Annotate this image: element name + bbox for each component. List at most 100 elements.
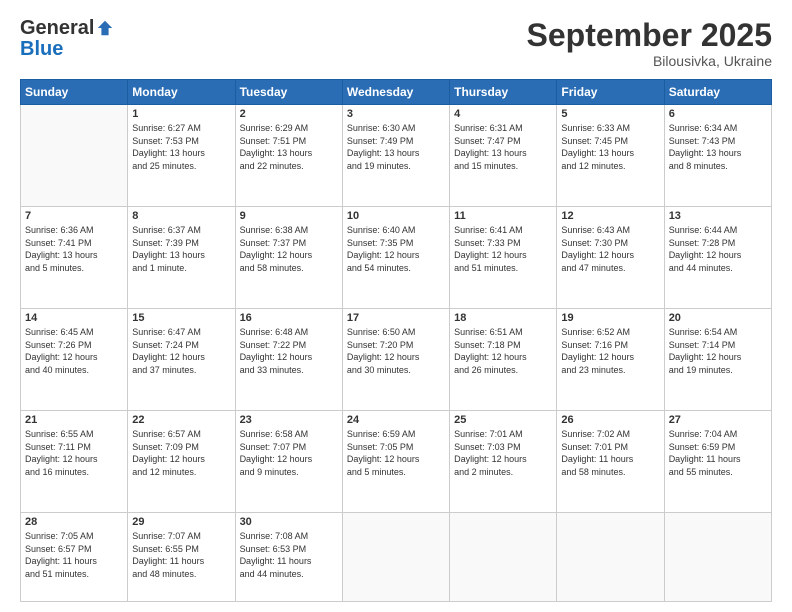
col-sunday: Sunday (21, 80, 128, 105)
table-row: 12 Sunrise: 6:43 AM Sunset: 7:30 PM Dayli… (557, 207, 664, 309)
day-number: 19 (561, 312, 659, 324)
month-title: September 2025 (527, 18, 772, 53)
col-tuesday: Tuesday (235, 80, 342, 105)
day-number: 26 (561, 414, 659, 426)
table-row: 13 Sunrise: 6:44 AM Sunset: 7:28 PM Dayli… (664, 207, 771, 309)
day-number: 27 (669, 414, 767, 426)
week-row-2: 7 Sunrise: 6:36 AM Sunset: 7:41 PM Daylig… (21, 207, 772, 309)
table-row (342, 513, 449, 602)
week-row-5: 28 Sunrise: 7:05 AM Sunset: 6:57 PM Dayli… (21, 513, 772, 602)
day-info: Sunrise: 6:41 AM Sunset: 7:33 PM Dayligh… (454, 224, 552, 274)
calendar-header-row: Sunday Monday Tuesday Wednesday Thursday… (21, 80, 772, 105)
day-number: 7 (25, 210, 123, 222)
day-info: Sunrise: 6:47 AM Sunset: 7:24 PM Dayligh… (132, 326, 230, 376)
day-number: 13 (669, 210, 767, 222)
day-number: 28 (25, 516, 123, 528)
day-number: 1 (132, 108, 230, 120)
table-row: 18 Sunrise: 6:51 AM Sunset: 7:18 PM Dayli… (450, 309, 557, 411)
col-monday: Monday (128, 80, 235, 105)
day-number: 18 (454, 312, 552, 324)
week-row-1: 1 Sunrise: 6:27 AM Sunset: 7:53 PM Daylig… (21, 105, 772, 207)
table-row: 20Sunrise: 6:54 AM Sunset: 7:14 PM Dayli… (664, 309, 771, 411)
table-row: 26 Sunrise: 7:02 AM Sunset: 7:01 PM Dayli… (557, 411, 664, 513)
day-info: Sunrise: 7:07 AM Sunset: 6:55 PM Dayligh… (132, 530, 230, 580)
location: Bilousivka, Ukraine (527, 53, 772, 69)
table-row: 6 Sunrise: 6:34 AM Sunset: 7:43 PM Daylig… (664, 105, 771, 207)
calendar-table: Sunday Monday Tuesday Wednesday Thursday… (20, 79, 772, 602)
day-number: 23 (240, 414, 338, 426)
day-number: 16 (240, 312, 338, 324)
table-row: 3 Sunrise: 6:30 AM Sunset: 7:49 PM Daylig… (342, 105, 449, 207)
logo-blue-text: Blue (20, 38, 63, 60)
day-info: Sunrise: 6:37 AM Sunset: 7:39 PM Dayligh… (132, 224, 230, 274)
table-row (557, 513, 664, 602)
day-info: Sunrise: 6:40 AM Sunset: 7:35 PM Dayligh… (347, 224, 445, 274)
day-info: Sunrise: 6:52 AM Sunset: 7:16 PM Dayligh… (561, 326, 659, 376)
table-row: 15 Sunrise: 6:47 AM Sunset: 7:24 PM Dayli… (128, 309, 235, 411)
day-info: Sunrise: 6:31 AM Sunset: 7:47 PM Dayligh… (454, 122, 552, 172)
day-info: Sunrise: 6:43 AM Sunset: 7:30 PM Dayligh… (561, 224, 659, 274)
day-number: 30 (240, 516, 338, 528)
day-info: Sunrise: 7:02 AM Sunset: 7:01 PM Dayligh… (561, 428, 659, 478)
day-info: Sunrise: 7:08 AM Sunset: 6:53 PM Dayligh… (240, 530, 338, 580)
col-thursday: Thursday (450, 80, 557, 105)
day-number: 25 (454, 414, 552, 426)
table-row: 25 Sunrise: 7:01 AM Sunset: 7:03 PM Dayli… (450, 411, 557, 513)
table-row: 5 Sunrise: 6:33 AM Sunset: 7:45 PM Daylig… (557, 105, 664, 207)
day-number: 11 (454, 210, 552, 222)
day-info: Sunrise: 6:54 AM Sunset: 7:14 PM Dayligh… (669, 326, 767, 376)
table-row: 30 Sunrise: 7:08 AM Sunset: 6:53 PM Dayli… (235, 513, 342, 602)
day-info: Sunrise: 6:51 AM Sunset: 7:18 PM Dayligh… (454, 326, 552, 376)
table-row: 16Sunrise: 6:48 AM Sunset: 7:22 PM Dayli… (235, 309, 342, 411)
table-row: 14Sunrise: 6:45 AM Sunset: 7:26 PM Dayli… (21, 309, 128, 411)
day-number: 29 (132, 516, 230, 528)
logo-icon (96, 19, 114, 37)
col-saturday: Saturday (664, 80, 771, 105)
title-block: September 2025 Bilousivka, Ukraine (527, 18, 772, 69)
logo-general-text: General (20, 18, 94, 38)
day-info: Sunrise: 6:30 AM Sunset: 7:49 PM Dayligh… (347, 122, 445, 172)
day-number: 9 (240, 210, 338, 222)
day-info: Sunrise: 7:05 AM Sunset: 6:57 PM Dayligh… (25, 530, 123, 580)
day-info: Sunrise: 7:04 AM Sunset: 6:59 PM Dayligh… (669, 428, 767, 478)
table-row: 9 Sunrise: 6:38 AM Sunset: 7:37 PM Daylig… (235, 207, 342, 309)
day-info: Sunrise: 6:27 AM Sunset: 7:53 PM Dayligh… (132, 122, 230, 172)
day-number: 5 (561, 108, 659, 120)
table-row: 23Sunrise: 6:58 AM Sunset: 7:07 PM Dayli… (235, 411, 342, 513)
day-number: 6 (669, 108, 767, 120)
day-number: 10 (347, 210, 445, 222)
col-wednesday: Wednesday (342, 80, 449, 105)
day-info: Sunrise: 7:01 AM Sunset: 7:03 PM Dayligh… (454, 428, 552, 478)
table-row: 19 Sunrise: 6:52 AM Sunset: 7:16 PM Dayli… (557, 309, 664, 411)
table-row (664, 513, 771, 602)
day-number: 2 (240, 108, 338, 120)
day-info: Sunrise: 6:38 AM Sunset: 7:37 PM Dayligh… (240, 224, 338, 274)
table-row: 21Sunrise: 6:55 AM Sunset: 7:11 PM Dayli… (21, 411, 128, 513)
week-row-4: 21Sunrise: 6:55 AM Sunset: 7:11 PM Dayli… (21, 411, 772, 513)
day-info: Sunrise: 6:44 AM Sunset: 7:28 PM Dayligh… (669, 224, 767, 274)
table-row: 1 Sunrise: 6:27 AM Sunset: 7:53 PM Daylig… (128, 105, 235, 207)
day-info: Sunrise: 6:57 AM Sunset: 7:09 PM Dayligh… (132, 428, 230, 478)
table-row: 28 Sunrise: 7:05 AM Sunset: 6:57 PM Dayli… (21, 513, 128, 602)
day-number: 14 (25, 312, 123, 324)
table-row: 11 Sunrise: 6:41 AM Sunset: 7:33 PM Dayli… (450, 207, 557, 309)
day-number: 12 (561, 210, 659, 222)
day-number: 21 (25, 414, 123, 426)
day-number: 15 (132, 312, 230, 324)
table-row (450, 513, 557, 602)
day-info: Sunrise: 6:34 AM Sunset: 7:43 PM Dayligh… (669, 122, 767, 172)
page: General Blue September 2025 Bilousivka, … (0, 0, 792, 612)
day-info: Sunrise: 6:33 AM Sunset: 7:45 PM Dayligh… (561, 122, 659, 172)
table-row: 22Sunrise: 6:57 AM Sunset: 7:09 PM Dayli… (128, 411, 235, 513)
table-row: 17Sunrise: 6:50 AM Sunset: 7:20 PM Dayli… (342, 309, 449, 411)
day-number: 17 (347, 312, 445, 324)
day-number: 3 (347, 108, 445, 120)
table-row: 10 Sunrise: 6:40 AM Sunset: 7:35 PM Dayli… (342, 207, 449, 309)
col-friday: Friday (557, 80, 664, 105)
day-info: Sunrise: 6:36 AM Sunset: 7:41 PM Dayligh… (25, 224, 123, 274)
day-number: 4 (454, 108, 552, 120)
day-info: Sunrise: 6:29 AM Sunset: 7:51 PM Dayligh… (240, 122, 338, 172)
table-row: 29 Sunrise: 7:07 AM Sunset: 6:55 PM Dayli… (128, 513, 235, 602)
header: General Blue September 2025 Bilousivka, … (20, 18, 772, 69)
logo: General Blue (20, 18, 114, 61)
